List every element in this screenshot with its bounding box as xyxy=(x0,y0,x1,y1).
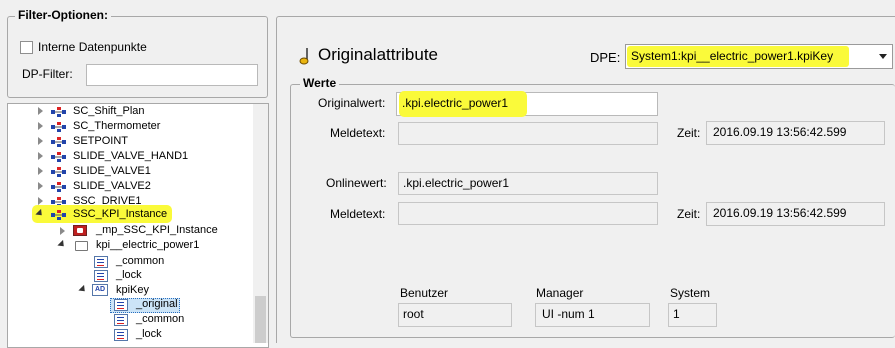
message-text-label: Meldetext: xyxy=(330,207,386,221)
expand-arrow-icon[interactable] xyxy=(38,137,43,145)
tree-item[interactable]: _common xyxy=(136,312,184,327)
chevron-down-icon[interactable] xyxy=(879,54,887,59)
config-icon xyxy=(114,299,128,311)
expand-arrow-icon[interactable] xyxy=(60,227,65,235)
tree-scrollbar-thumb[interactable] xyxy=(255,296,266,343)
time-label: Zeit: xyxy=(677,126,701,140)
tree-item[interactable]: SC_Shift_Plan xyxy=(73,104,145,119)
datapoint-type-icon xyxy=(51,181,67,193)
internal-datapoints-label: Interne Datenpunkte xyxy=(38,40,147,54)
datapoint-type-icon xyxy=(51,106,67,118)
expand-arrow-icon[interactable] xyxy=(38,197,43,205)
user-label: Benutzer xyxy=(400,286,449,300)
tree-item[interactable]: kpiKey xyxy=(116,283,149,298)
online-value-label: Onlinewert: xyxy=(326,176,387,190)
dpe-label: DPE: xyxy=(590,50,621,65)
original-value-label: Originalwert: xyxy=(318,96,386,110)
time-field[interactable]: 2016.09.19 13:56:42.599 xyxy=(706,202,885,226)
expand-arrow-icon[interactable] xyxy=(38,122,43,130)
internal-datapoints-checkbox[interactable] xyxy=(20,41,33,54)
message-text-label: Meldetext: xyxy=(330,126,386,140)
tree-item[interactable]: SLIDE_VALVE1 xyxy=(73,164,151,179)
values-group-title: Werte xyxy=(300,76,340,90)
tree-item[interactable]: SLIDE_VALVE2 xyxy=(73,179,151,194)
time-field[interactable]: 2016.09.19 13:56:42.599 xyxy=(706,121,885,145)
message-text-field[interactable] xyxy=(398,202,658,225)
config-icon xyxy=(94,270,108,282)
expand-arrow-icon[interactable] xyxy=(38,182,43,190)
folder-icon xyxy=(75,241,88,251)
filter-options-title: Filter-Optionen: xyxy=(15,8,111,22)
dpe-combobox[interactable]: System1:kpi__electric_power1.kpiKey xyxy=(625,44,893,69)
datapoint-type-icon xyxy=(51,151,67,163)
expand-arrow-icon[interactable] xyxy=(38,167,43,175)
expand-arrow-icon[interactable] xyxy=(38,107,43,115)
tree-item-selected-instance[interactable]: SSC_KPI_Instance xyxy=(73,207,167,222)
tree-item-selected[interactable]: _original xyxy=(136,297,178,312)
online-value-field[interactable]: .kpi.electric_power1 xyxy=(398,172,658,195)
tree-item[interactable]: SLIDE_VALVE_HAND1 xyxy=(73,149,188,164)
tree-item[interactable]: _lock xyxy=(116,268,142,283)
tree-item[interactable]: kpi__electric_power1 xyxy=(96,238,199,253)
time-label: Zeit: xyxy=(677,207,701,221)
manager-label: Manager xyxy=(536,286,584,300)
dp-filter-label: DP-Filter: xyxy=(22,67,73,81)
original-value-text: .kpi.electric_power1 xyxy=(402,96,509,110)
system-label: System xyxy=(670,286,711,300)
system-field[interactable]: 1 xyxy=(668,303,717,327)
master-datapoint-icon xyxy=(73,225,87,236)
config-icon xyxy=(114,329,128,341)
dpe-value: System1:kpi__electric_power1.kpiKey xyxy=(631,49,834,63)
datapoint-type-icon xyxy=(51,136,67,148)
tree-item[interactable]: _common xyxy=(116,254,164,269)
tree-item[interactable]: _lock xyxy=(136,327,162,342)
config-icon xyxy=(94,256,108,268)
user-field[interactable]: root xyxy=(398,303,512,327)
tree-item[interactable]: SC_Thermometer xyxy=(73,119,160,134)
dp-filter-input[interactable] xyxy=(86,64,258,86)
datapoint-type-icon xyxy=(51,209,67,221)
address-element-icon: AD xyxy=(92,284,108,296)
tree-item[interactable]: SETPOINT xyxy=(73,134,128,149)
panel-title: Originalattribute xyxy=(318,45,439,64)
manager-field[interactable]: UI -num 1 xyxy=(535,303,650,327)
config-icon xyxy=(114,314,128,326)
tree-item[interactable]: _mp_SSC_KPI_Instance xyxy=(96,223,218,238)
datapoint-type-icon xyxy=(51,166,67,178)
message-text-field[interactable] xyxy=(398,122,658,145)
datapoint-type-icon xyxy=(51,121,67,133)
attribute-note-icon xyxy=(299,47,312,65)
expand-arrow-icon[interactable] xyxy=(38,152,43,160)
